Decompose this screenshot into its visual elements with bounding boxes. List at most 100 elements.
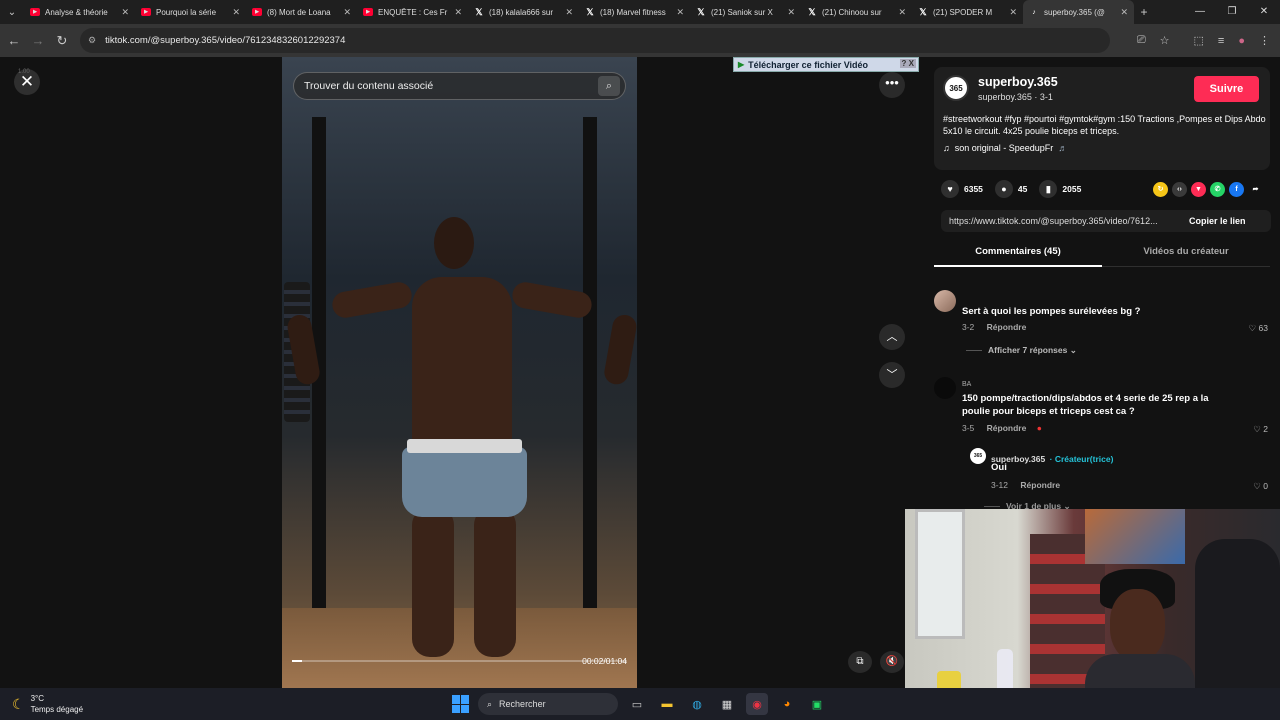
file-explorer-icon[interactable]: ▬ <box>656 693 678 715</box>
follow-button[interactable]: Suivre <box>1194 76 1259 102</box>
edge-icon[interactable]: ◍ <box>686 693 708 715</box>
browser-tab[interactable]: ▶ Analyse & théorie ✕ <box>24 0 135 24</box>
commenter-name[interactable]: BA <box>962 381 971 388</box>
download-close[interactable]: ? X <box>899 59 916 68</box>
reply-text: Oui <box>991 462 1007 473</box>
reply-button[interactable]: Répondre <box>987 423 1027 433</box>
tab-close-icon[interactable]: ✕ <box>676 7 684 18</box>
tab-close-icon[interactable]: ✕ <box>565 7 573 18</box>
commenter-avatar[interactable] <box>934 290 956 312</box>
weather-condition: Temps dégagé <box>30 705 84 714</box>
minimize-icon[interactable]: — <box>1184 0 1216 24</box>
maximize-icon[interactable]: ❐ <box>1216 0 1248 24</box>
video-progress-bar[interactable] <box>292 660 627 662</box>
webcam-window <box>915 509 965 639</box>
firefox-icon[interactable]: ◕ <box>776 693 798 715</box>
close-window-icon[interactable]: ✕ <box>1248 0 1280 24</box>
video-player[interactable]: Trouver du contenu associé ⌕ 00:02/01:04 <box>282 57 637 688</box>
bookmark-star-icon[interactable]: ☆ <box>1160 34 1170 47</box>
comment-like[interactable]: ♡ 63 <box>1249 323 1268 334</box>
youtube-icon: ▶ <box>363 8 373 16</box>
more-options-button[interactable]: ••• <box>879 72 905 98</box>
share-link-text[interactable]: https://www.tiktok.com/@superboy.365/vid… <box>941 216 1181 226</box>
reply-like[interactable]: ♡ 0 <box>1253 481 1268 492</box>
creator-avatar[interactable]: 365 <box>943 75 969 101</box>
xbox-app-icon[interactable]: ▣ <box>806 693 828 715</box>
comment-stat[interactable]: ● 45 <box>994 180 1027 198</box>
tab-close-icon[interactable]: ✕ <box>898 7 906 18</box>
browser-tab[interactable]: 𝕏 (21) Chinoou sur ✕ <box>801 0 912 24</box>
commenter-avatar[interactable] <box>934 377 956 399</box>
share-arrow-icon[interactable]: ➦ <box>1248 182 1263 197</box>
tab-comments[interactable]: Commentaires (45) <box>934 241 1102 267</box>
stats-row: ♥ 6355 ● 45 ▮ 2055 ↻ ‹› ▼ ✆ f ➦ <box>941 178 1271 200</box>
sound-row[interactable]: ♫ son original - SpeedupFr ♬ <box>943 143 1067 153</box>
related-content-search[interactable]: Trouver du contenu associé ⌕ <box>293 72 626 100</box>
browser-tab[interactable]: 𝕏 (18) kalala666 sur ✕ <box>468 0 579 24</box>
address-bar[interactable]: ⚙ tiktok.com/@superboy.365/video/7612348… <box>80 28 1110 53</box>
taskbar-search[interactable]: ⌕ Rechercher <box>478 693 618 715</box>
weather-widget[interactable]: ☾ 3°C Temps dégagé <box>12 693 83 715</box>
send-icon[interactable]: ▼ <box>1191 181 1206 197</box>
share-link-row: https://www.tiktok.com/@superboy.365/vid… <box>941 210 1271 232</box>
previous-video-button[interactable]: ︿ <box>879 324 905 350</box>
facebook-icon[interactable]: f <box>1229 181 1244 197</box>
browser-tab[interactable]: ▶ (8) Mort de Loana ✕ <box>246 0 357 24</box>
menu-dots-icon[interactable]: ⋮ <box>1259 34 1270 47</box>
video-time: 00:02/01:04 <box>582 656 627 666</box>
reload-icon[interactable]: ↻ <box>50 33 74 49</box>
comment-like[interactable]: ♡ 2 <box>1253 424 1268 435</box>
browser-tab[interactable]: 𝕏 (21) Saniok sur X ✕ <box>690 0 801 24</box>
download-video-banner[interactable]: ▶ Télécharger ce fichier Vidéo ? X <box>733 57 919 72</box>
tab-close-icon[interactable]: ✕ <box>1009 7 1017 18</box>
tab-search-chevron-icon[interactable]: ⌄ <box>0 0 24 24</box>
browser-tab[interactable]: ♪ superboy.365 (@ ✕ <box>1023 0 1134 24</box>
tab-close-icon[interactable]: ✕ <box>1120 7 1128 18</box>
browser-tab[interactable]: ▶ ENQUÊTE : Ces Fr ✕ <box>357 0 468 24</box>
tab-close-icon[interactable]: ✕ <box>454 7 462 18</box>
mute-icon[interactable]: 🔇 <box>880 651 904 673</box>
reply-button[interactable]: Répondre <box>1020 480 1060 490</box>
browser-tab[interactable]: 𝕏 (21) SPODER M ✕ <box>912 0 1023 24</box>
search-icon[interactable]: ⌕ <box>598 76 620 96</box>
new-tab-button[interactable]: + <box>1134 5 1154 19</box>
comment-meta: 3-2 Répondre <box>962 322 1026 332</box>
like-stat[interactable]: ♥ 6355 <box>941 180 983 198</box>
repost-icon[interactable]: ↻ <box>1153 181 1168 197</box>
show-replies-button[interactable]: Afficher 7 réponses ⌄ <box>966 345 1077 356</box>
forward-icon[interactable]: → <box>26 33 50 48</box>
tab-close-icon[interactable]: ✕ <box>343 7 351 18</box>
webcam-poster <box>1085 509 1185 564</box>
install-app-icon[interactable]: ⎚ <box>1137 34 1146 47</box>
comment-date: 3-5 <box>962 423 975 433</box>
media-icon[interactable]: ≡ <box>1218 35 1224 47</box>
post-description: #streetworkout #fyp #pourtoi #gymtok#gym… <box>943 114 1266 136</box>
profile-icon[interactable]: ● <box>1238 35 1245 47</box>
athlete-figure <box>285 217 637 657</box>
save-stat[interactable]: ▮ 2055 <box>1039 180 1081 198</box>
whatsapp-icon[interactable]: ✆ <box>1210 181 1225 197</box>
creator-username[interactable]: superboy.365 <box>978 75 1058 89</box>
embed-icon[interactable]: ‹› <box>1172 181 1187 197</box>
browser-tab[interactable]: ▶ Pourquoi la série ✕ <box>135 0 246 24</box>
copy-link-button[interactable]: Copier le lien <box>1189 216 1246 226</box>
tab-close-icon[interactable]: ✕ <box>121 7 129 18</box>
next-video-button[interactable]: ﹀ <box>879 362 905 388</box>
taskbar-apps: ⌕ Rechercher ▭ ▬ ◍ ▦ ◉ ◕ ▣ <box>452 688 828 720</box>
reply-button[interactable]: Répondre <box>987 322 1027 332</box>
extensions-icon[interactable]: ⬚ <box>1194 34 1204 47</box>
tab-close-icon[interactable]: ✕ <box>232 7 240 18</box>
miniplayer-icon[interactable]: ⧉ <box>848 651 872 673</box>
tab-title: (18) kalala666 sur <box>489 7 554 17</box>
tab-creator-videos[interactable]: Vidéos du créateur <box>1102 241 1270 266</box>
task-view-icon[interactable]: ▭ <box>626 693 648 715</box>
site-settings-icon[interactable]: ⚙ <box>88 35 96 46</box>
tab-close-icon[interactable]: ✕ <box>787 7 795 18</box>
chrome-icon[interactable]: ◉ <box>746 693 768 715</box>
windows-start-icon[interactable] <box>452 695 470 713</box>
reply-avatar[interactable]: 365 <box>970 448 986 464</box>
back-icon[interactable]: ← <box>2 33 26 48</box>
store-icon[interactable]: ▦ <box>716 693 738 715</box>
browser-tab[interactable]: 𝕏 (18) Marvel fitness ✕ <box>579 0 690 24</box>
browser-toolbar: ← → ↻ ⚙ tiktok.com/@superboy.365/video/7… <box>0 24 1280 57</box>
